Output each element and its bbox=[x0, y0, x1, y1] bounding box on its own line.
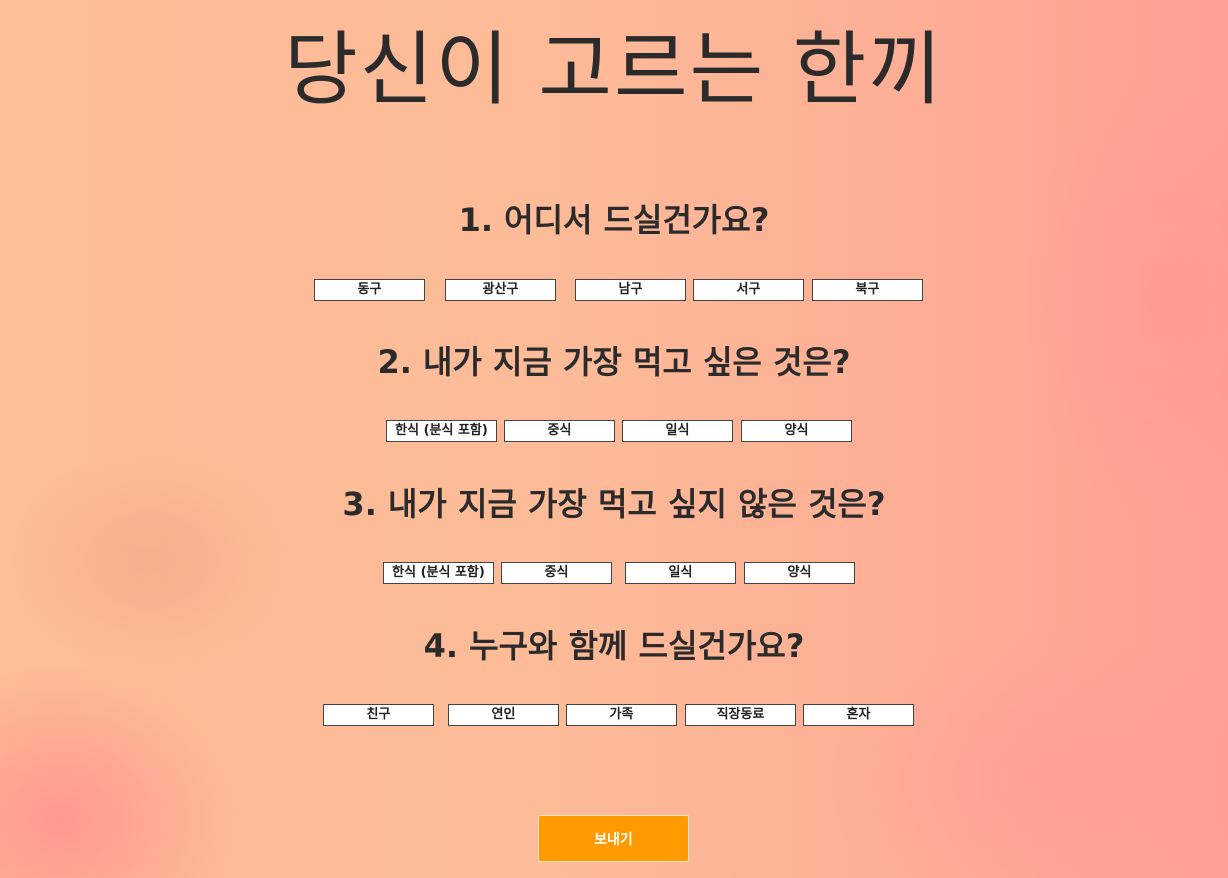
option-q2-korean[interactable]: 한식 (분식 포함) bbox=[386, 420, 497, 442]
option-q2-japanese[interactable]: 일식 bbox=[622, 420, 733, 442]
option-q3-chinese[interactable]: 중식 bbox=[501, 562, 612, 584]
option-q1-seogu[interactable]: 서구 bbox=[693, 279, 804, 301]
option-q1-gwangsangu[interactable]: 광산구 bbox=[445, 279, 556, 301]
option-q4-family[interactable]: 가족 bbox=[566, 704, 677, 726]
option-q1-donggu[interactable]: 동구 bbox=[314, 279, 425, 301]
question-3-title: 3. 내가 지금 가장 먹고 싶지 않은 것은? bbox=[342, 485, 886, 523]
option-q1-bukgu[interactable]: 북구 bbox=[812, 279, 923, 301]
option-q4-friend[interactable]: 친구 bbox=[323, 704, 434, 726]
option-q4-alone[interactable]: 혼자 bbox=[803, 704, 914, 726]
option-q3-japanese[interactable]: 일식 bbox=[625, 562, 736, 584]
option-q3-western[interactable]: 양식 bbox=[744, 562, 855, 584]
question-4-title: 4. 누구와 함께 드실건가요? bbox=[423, 627, 805, 665]
survey-page: 당신이 고르는 한끼 1. 어디서 드실건가요? 동구 광산구 남구 서구 북구… bbox=[0, 0, 1228, 878]
page-title: 당신이 고르는 한끼 bbox=[284, 23, 944, 116]
option-q2-western[interactable]: 양식 bbox=[741, 420, 852, 442]
option-q1-namgu[interactable]: 남구 bbox=[575, 279, 686, 301]
submit-button[interactable]: 보내기 bbox=[538, 815, 689, 862]
question-1-title: 1. 어디서 드실건가요? bbox=[458, 201, 770, 239]
option-q3-korean[interactable]: 한식 (분식 포함) bbox=[383, 562, 494, 584]
option-q4-partner[interactable]: 연인 bbox=[448, 704, 559, 726]
option-q4-coworker[interactable]: 직장동료 bbox=[685, 704, 796, 726]
option-q2-chinese[interactable]: 중식 bbox=[504, 420, 615, 442]
question-2-title: 2. 내가 지금 가장 먹고 싶은 것은? bbox=[377, 343, 851, 381]
